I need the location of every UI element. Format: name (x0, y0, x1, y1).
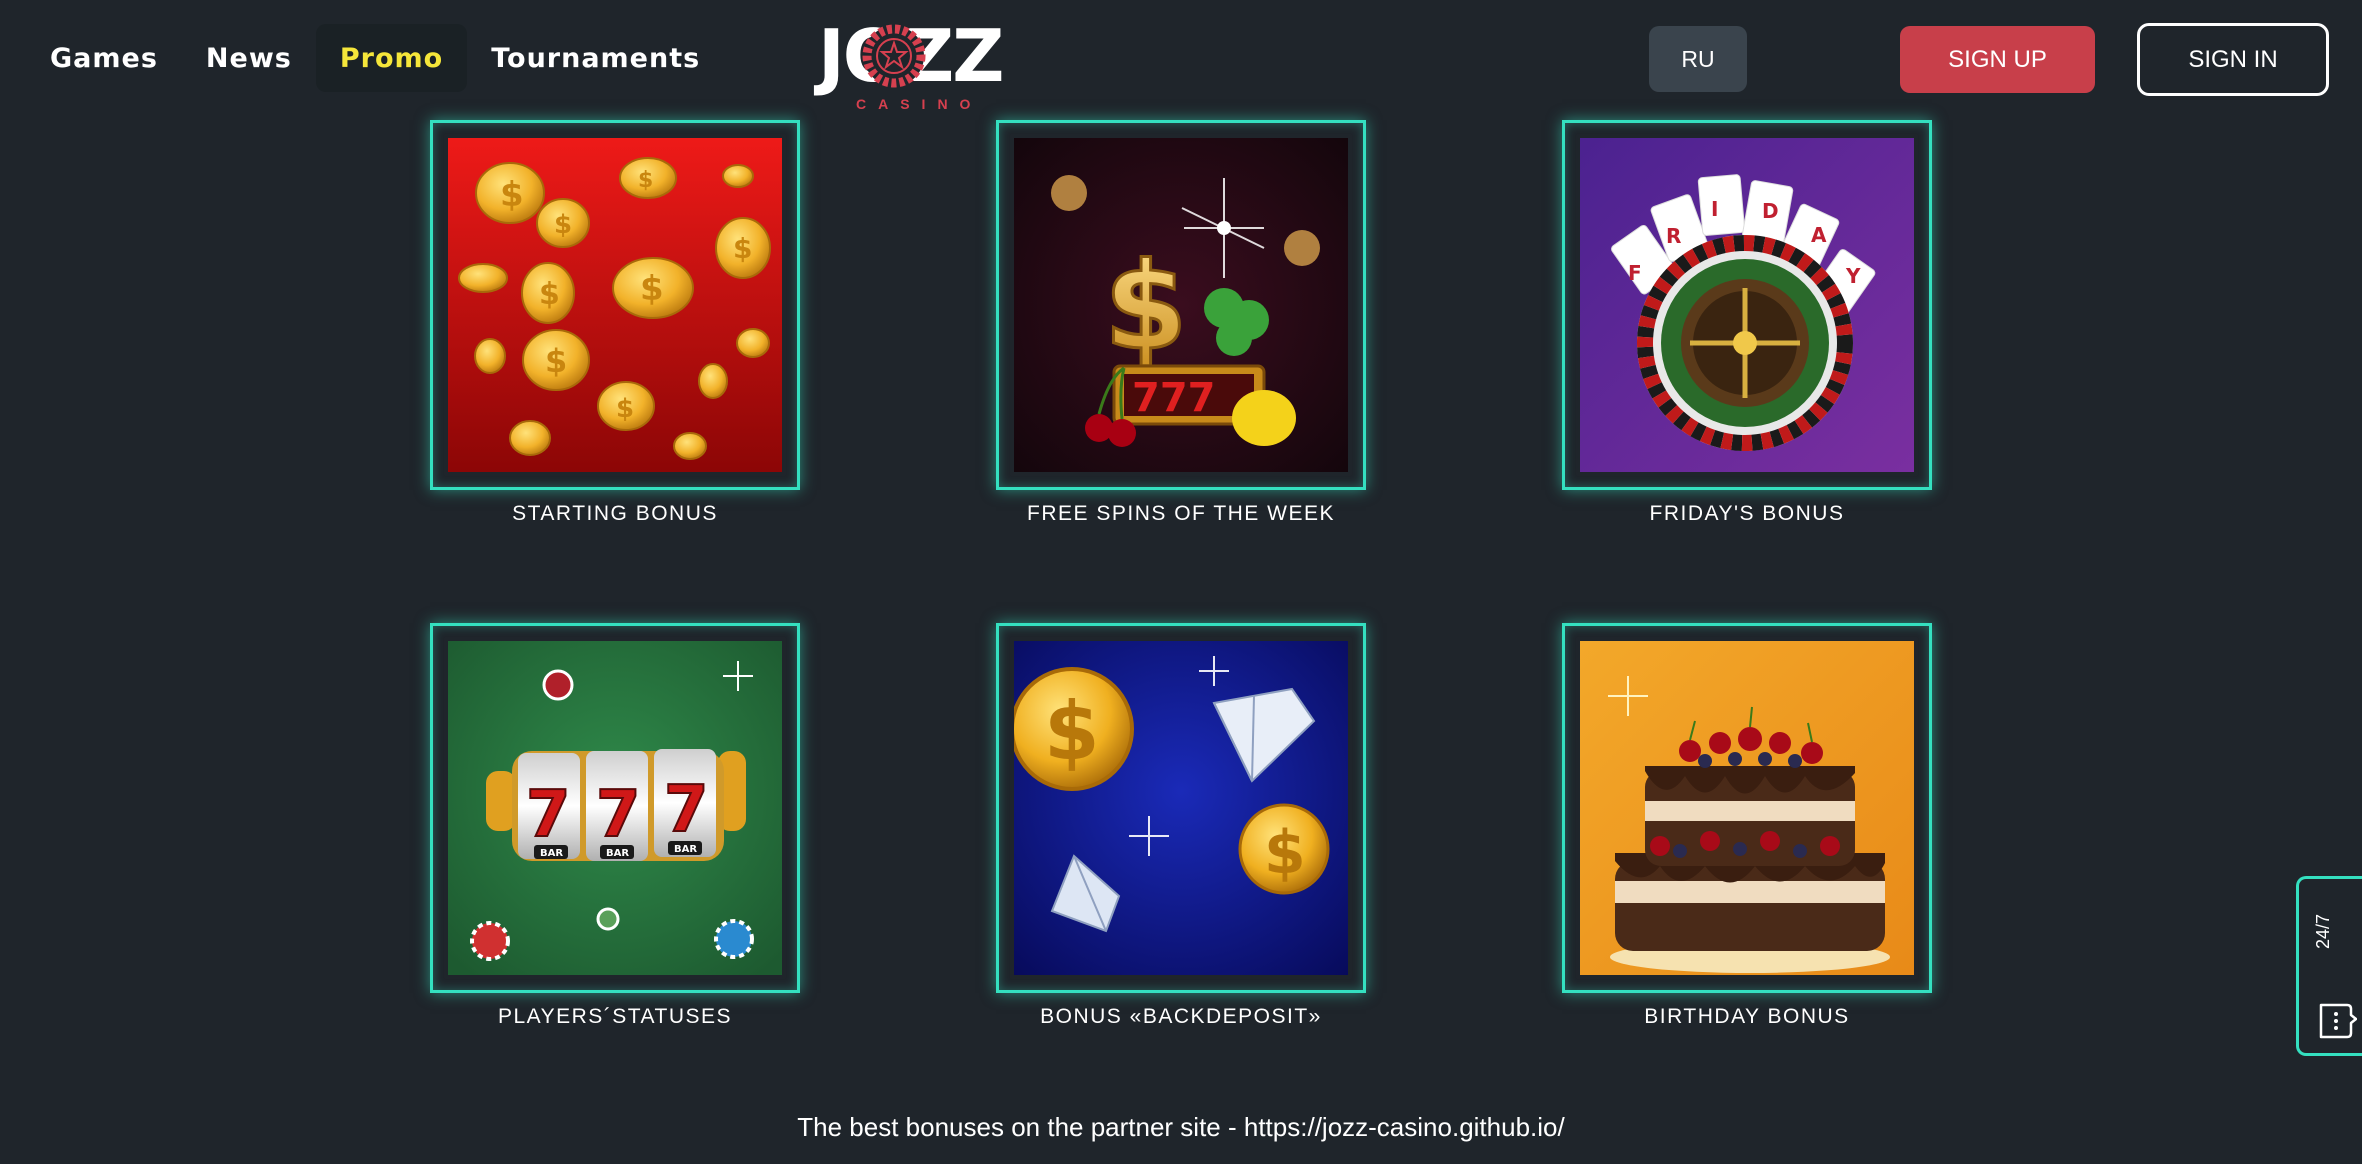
svg-text:7: 7 (526, 778, 571, 852)
svg-text:$: $ (1044, 685, 1100, 778)
promo-card-starting-bonus[interactable]: $ $ $ $ $ $ $ $ STARTING BONUS (430, 120, 800, 526)
promo-card-title: STARTING BONUS (512, 502, 718, 525)
birthday-cake-icon (1580, 641, 1914, 975)
svg-text:A: A (1811, 223, 1827, 247)
nav-promo[interactable]: Promo (315, 24, 468, 92)
language-button[interactable]: RU (1649, 26, 1747, 92)
partner-site-note: The best bonuses on the partner site - h… (797, 1112, 1565, 1142)
slot-machine-icon: 777 BAR BAR BAR (448, 641, 782, 975)
gold-coins-icon: $ $ $ $ $ $ $ $ (448, 138, 782, 472)
svg-text:Y: Y (1845, 264, 1861, 288)
svg-text:$: $ (1104, 238, 1188, 377)
promo-card-backdeposit[interactable]: $ $ BONUS «BACKDEPOSIT» (996, 623, 1366, 1029)
promo-card-title: FREE SPINS OF THE WEEK (1027, 502, 1335, 525)
promo-card-title: BIRTHDAY BONUS (1644, 1005, 1850, 1028)
svg-text:7: 7 (664, 773, 709, 847)
promo-card-frame[interactable]: 777 BAR BAR BAR (430, 623, 800, 993)
nav-news[interactable]: News (182, 24, 316, 92)
promo-page: Games News Promo Tournaments JOZZ CASINO… (0, 0, 2362, 1164)
promo-card-frame[interactable]: FR I D AY (1562, 120, 1932, 490)
slot-dollar-icon: $ 777 (1014, 138, 1348, 472)
chat-icon[interactable] (2317, 1001, 2357, 1041)
main-nav: Games News Promo Tournaments (26, 24, 724, 92)
promo-card-birthday-bonus[interactable]: BIRTHDAY BONUS (1562, 623, 1932, 1029)
promo-card-title: BONUS «BACKDEPOSIT» (1040, 1005, 1322, 1028)
svg-text:$: $ (500, 175, 524, 215)
svg-text:R: R (1666, 224, 1681, 248)
promo-card-friday-bonus[interactable]: FR I D AY FRIDAY'S BONUS (1562, 120, 1932, 526)
svg-text:$: $ (733, 232, 752, 265)
promo-card-frame[interactable]: $ $ (996, 623, 1366, 993)
sign-up-button[interactable]: SIGN UP (1900, 26, 2095, 93)
support-widget[interactable]: 24/7 (2296, 876, 2362, 1056)
svg-text:BAR: BAR (540, 848, 563, 859)
svg-text:BAR: BAR (606, 848, 629, 859)
promo-card-frame[interactable]: $ $ $ $ $ $ $ $ (430, 120, 800, 490)
support-label: 24/7 (2313, 913, 2333, 949)
roulette-logo-icon (862, 24, 926, 88)
logo-subtitle: CASINO (856, 96, 983, 112)
svg-text:F: F (1628, 261, 1642, 285)
svg-text:$: $ (539, 277, 560, 312)
jozz-casino-logo[interactable]: JOZZ CASINO (818, 18, 1014, 118)
roulette-cards-icon: FR I D AY (1580, 138, 1914, 472)
svg-text:$: $ (640, 269, 664, 309)
svg-text:I: I (1711, 197, 1718, 221)
promo-card-players-statuses[interactable]: 777 BAR BAR BAR PLAYERS´STATUSES (430, 623, 800, 1029)
promo-card-frame[interactable] (1562, 623, 1932, 993)
svg-text:D: D (1762, 199, 1779, 223)
promo-card-title: FRIDAY'S BONUS (1649, 502, 1845, 525)
svg-text:$: $ (545, 342, 567, 380)
svg-text:7: 7 (596, 778, 641, 852)
diamonds-coins-icon: $ $ (1014, 641, 1348, 975)
promo-card-free-spins[interactable]: $ 777 FREE SPINS OF THE WEEK (996, 120, 1366, 526)
svg-text:$: $ (554, 210, 572, 240)
promo-card-title: PLAYERS´STATUSES (497, 1005, 733, 1028)
sign-in-button[interactable]: SIGN IN (2137, 23, 2329, 96)
promo-card-frame[interactable]: $ 777 (996, 120, 1366, 490)
nav-games[interactable]: Games (26, 24, 182, 92)
svg-text:777: 777 (1132, 375, 1216, 421)
nav-tournaments[interactable]: Tournaments (467, 24, 724, 92)
svg-text:$: $ (1264, 818, 1306, 888)
svg-text:$: $ (638, 168, 653, 193)
svg-text:$: $ (616, 394, 634, 424)
svg-text:BAR: BAR (674, 844, 697, 855)
